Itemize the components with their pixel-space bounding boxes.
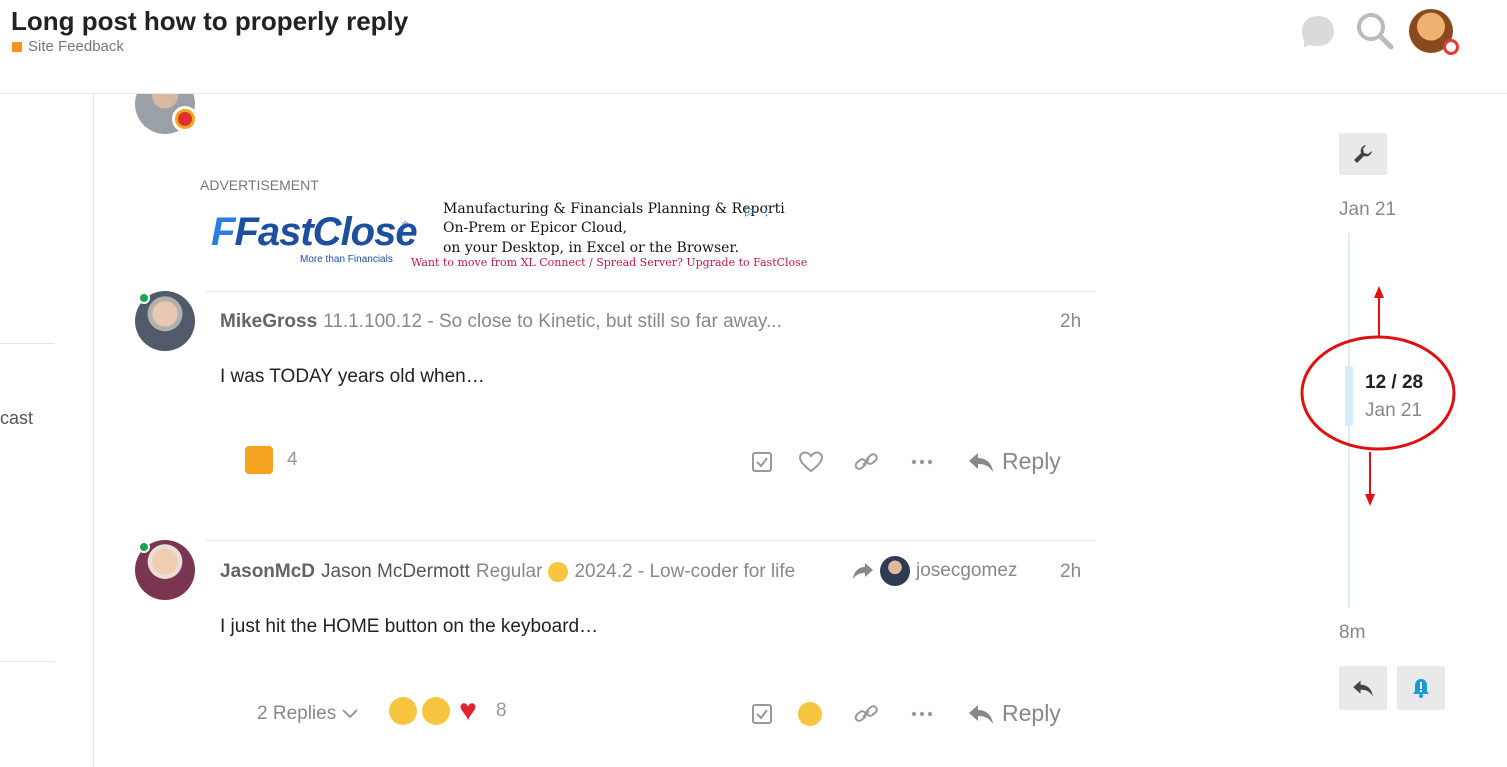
- reply-button-label: Reply: [1002, 700, 1061, 726]
- annotation-arrowhead-down: [1365, 494, 1375, 506]
- share-arrow-icon: [853, 563, 873, 579]
- post-divider: [205, 291, 1096, 292]
- ad-logo: FFastClose: [211, 210, 418, 254]
- site-header: Long post how to properly reply Site Fee…: [0, 0, 1507, 94]
- more-options-icon[interactable]: [910, 451, 934, 473]
- post-body: I just hit the HOME button on the keyboa…: [220, 616, 599, 637]
- search-icon[interactable]: [1356, 12, 1394, 55]
- user-flair-text: 2024.2 - Low-coder for life: [574, 561, 796, 582]
- ad-text-line: Manufacturing & Financials Planning & Re…: [443, 201, 785, 217]
- ad-logo-reg: ®: [402, 220, 409, 230]
- category-badge[interactable]: Site Feedback: [12, 38, 124, 55]
- post-meta: JasonMcD Jason McDermott Regular 2024.2 …: [220, 561, 795, 583]
- chat-icon[interactable]: [1300, 14, 1336, 53]
- left-sidebar: cast: [0, 94, 94, 767]
- username[interactable]: MikeGross: [220, 311, 317, 333]
- reply-button[interactable]: Reply: [968, 448, 1061, 475]
- mind-blown-emoji-icon: [389, 697, 417, 725]
- ad-text-line: on your Desktop, in Excel or the Browser…: [443, 240, 740, 256]
- timeline-position: 12 / 28: [1365, 372, 1424, 393]
- more-options-icon[interactable]: [910, 703, 934, 725]
- sidebar-divider: [0, 343, 54, 344]
- post-meta: MikeGross 11.1.100.12 - So close to Kine…: [220, 311, 782, 333]
- like-heart-icon[interactable]: [798, 451, 824, 473]
- post-body: I was TODAY years old when…: [220, 366, 485, 387]
- timeline-position-date: Jan 21: [1365, 400, 1423, 421]
- ad-text-line: On-Prem or Epicor Cloud,: [443, 220, 628, 236]
- mind-blown-reaction-icon[interactable]: [798, 702, 822, 726]
- reply-to-username: josecgomez: [916, 560, 1018, 581]
- reply-arrow-icon: [969, 704, 993, 724]
- solution-checkbox-icon[interactable]: [751, 703, 773, 725]
- sidebar-partial-text[interactable]: cast: [0, 408, 33, 429]
- link-icon[interactable]: [853, 703, 879, 725]
- advertisement-banner[interactable]: FFastClose ® More than Financials Manufa…: [205, 198, 807, 274]
- username[interactable]: JasonMcD: [220, 561, 315, 583]
- reaction-count: 8: [496, 700, 507, 721]
- online-indicator: [138, 541, 150, 553]
- timeline-scroll-handle[interactable]: [1345, 366, 1353, 426]
- post-divider: [205, 540, 1096, 541]
- reply-to-avatar: [880, 556, 910, 586]
- solution-checkbox-icon[interactable]: [751, 451, 773, 473]
- ad-cta[interactable]: Want to move from XL Connect / Spread Se…: [411, 256, 807, 269]
- timeline-end-date[interactable]: 8m: [1339, 622, 1365, 644]
- wrench-icon: [1354, 145, 1372, 163]
- current-user-avatar[interactable]: [1409, 9, 1459, 55]
- reactions[interactable]: 4: [245, 446, 298, 474]
- user-title: 11.1.100.12 - So close to Kinetic, but s…: [323, 311, 782, 332]
- admin-wrench-button[interactable]: [1339, 133, 1387, 175]
- reply-arrow-icon: [969, 452, 993, 472]
- timeline-start-date[interactable]: Jan 21: [1339, 199, 1396, 221]
- online-indicator: [138, 292, 150, 304]
- reply-button[interactable]: Reply: [968, 700, 1061, 727]
- open-mouth-emoji-icon: [422, 697, 450, 725]
- sidebar-divider: [0, 661, 54, 662]
- user-flair-badge: [172, 106, 198, 132]
- notification-level-button[interactable]: [1397, 666, 1445, 710]
- reply-arrow-icon: [1353, 680, 1373, 697]
- category-name: Site Feedback: [28, 38, 124, 55]
- reaction-count: 4: [287, 449, 298, 470]
- replies-count-label: 2 Replies: [257, 703, 337, 724]
- post-date[interactable]: 2h: [1060, 561, 1081, 583]
- show-replies-button[interactable]: 2 Replies: [257, 703, 358, 725]
- ad-label: ADVERTISEMENT: [200, 177, 319, 193]
- heart-emoji-icon: ♥: [459, 694, 477, 727]
- salute-emoji-icon: [548, 562, 569, 582]
- annotation-arrowhead-up: [1374, 286, 1384, 298]
- reply-to-tab[interactable]: josecgomez: [852, 556, 1017, 586]
- chevron-down-icon: [342, 709, 358, 719]
- beers-emoji-icon: [245, 446, 273, 474]
- full-name[interactable]: Jason McDermott: [321, 561, 470, 583]
- topic-title[interactable]: Long post how to properly reply: [11, 6, 408, 37]
- timeline-reply-button[interactable]: [1339, 666, 1387, 710]
- link-icon[interactable]: [853, 451, 879, 473]
- bell-alert-icon: [1413, 679, 1429, 698]
- ad-logo-subtitle: More than Financials: [300, 254, 393, 265]
- category-color-square: [12, 41, 22, 52]
- notification-badge: [1443, 39, 1459, 55]
- user-title: Regular: [475, 561, 543, 582]
- reactions[interactable]: ♥ 8: [389, 694, 507, 727]
- post-date[interactable]: 2h: [1060, 311, 1081, 333]
- ad-choices-icon[interactable]: ▷ ⋮: [745, 202, 774, 219]
- reply-button-label: Reply: [1002, 448, 1061, 474]
